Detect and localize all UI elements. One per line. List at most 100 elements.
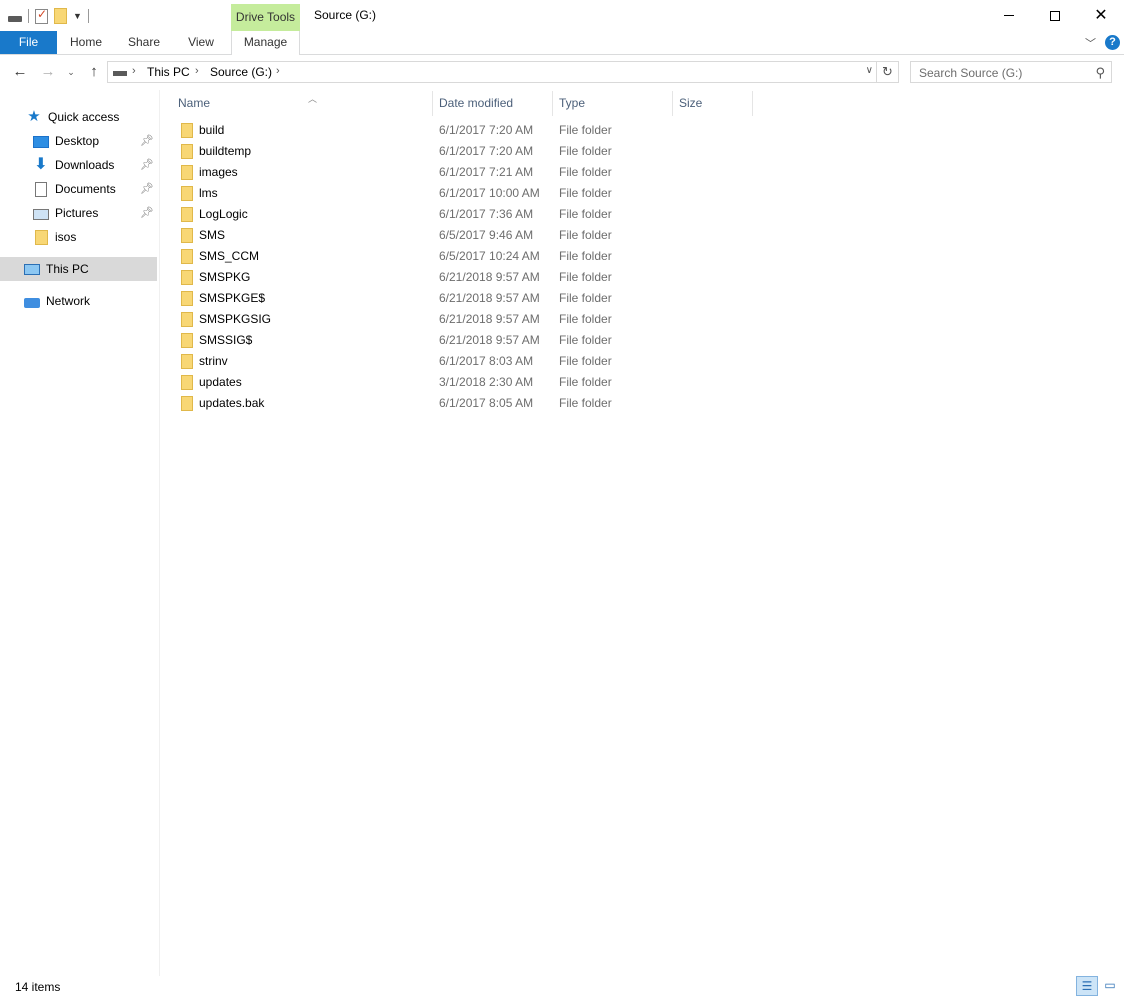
pin-icon[interactable]: 📌︎ (140, 206, 154, 219)
tab-manage[interactable]: Manage (231, 31, 300, 55)
file-name: images (199, 165, 238, 179)
column-header-label: Name (178, 96, 211, 110)
search-placeholder: Search Source (G:) (919, 66, 1023, 80)
table-row[interactable]: SMSPKGSIG 6/21/2018 9:57 AM File folder (175, 309, 755, 330)
column-header-type[interactable]: Type (553, 91, 673, 116)
nav-item-label: Network (46, 294, 91, 308)
tab-share[interactable]: Share (115, 31, 173, 54)
maximize-button[interactable] (1032, 0, 1078, 31)
folder-icon (35, 229, 48, 245)
breadcrumb-chevron-icon[interactable]: › (276, 65, 280, 77)
help-icon[interactable]: ? (1105, 35, 1120, 50)
file-type: File folder (559, 123, 612, 137)
tab-home[interactable]: Home (57, 31, 115, 54)
column-header-name[interactable]: Name ︿ (172, 91, 433, 116)
documents-icon (35, 181, 47, 197)
file-date-modified: 3/1/2018 2:30 AM (439, 375, 534, 389)
refresh-icon[interactable]: ↻ (877, 61, 899, 83)
folder-icon (181, 291, 193, 306)
file-date-modified: 6/1/2017 7:36 AM (439, 207, 534, 221)
table-row[interactable]: updates 3/1/2018 2:30 AM File folder (175, 372, 755, 393)
maximize-icon (1050, 10, 1060, 21)
file-name: strinv (199, 354, 228, 368)
file-type: File folder (559, 144, 612, 158)
nav-item-isos[interactable]: isos (0, 225, 157, 249)
nav-item-label: isos (55, 230, 77, 244)
breadcrumb-chevron-icon[interactable]: › (195, 65, 199, 77)
minimize-button[interactable] (986, 0, 1032, 31)
breadcrumb-chevron-icon[interactable]: › (132, 65, 136, 77)
file-date-modified: 6/5/2017 10:24 AM (439, 249, 540, 263)
breadcrumb-this-pc[interactable]: This PC (147, 65, 190, 79)
address-bar[interactable]: › This PC › Source (G:) › ∨ (107, 61, 877, 83)
table-row[interactable]: images 6/1/2017 7:21 AM File folder (175, 162, 755, 183)
nav-item-network[interactable]: Network (0, 289, 157, 313)
file-date-modified: 6/21/2018 9:57 AM (439, 270, 540, 284)
forward-arrow-icon[interactable]: → (38, 61, 58, 83)
nav-item-quick-access[interactable]: ★ Quick access (0, 105, 157, 129)
file-type: File folder (559, 249, 612, 263)
back-arrow-icon[interactable]: ← (10, 61, 30, 83)
table-row[interactable]: buildtemp 6/1/2017 7:20 AM File folder (175, 141, 755, 162)
details-view-icon[interactable]: ☰ (1076, 976, 1098, 996)
nav-item-label: Desktop (55, 134, 100, 148)
file-list-view: Name ︿ Date modified Type Size build 6/1/… (161, 88, 1124, 976)
file-name: LogLogic (199, 207, 248, 221)
table-row[interactable]: lms 6/1/2017 10:00 AM File folder (175, 183, 755, 204)
file-type: File folder (559, 270, 612, 284)
folder-icon (181, 186, 193, 201)
address-history-chevron-icon[interactable]: ∨ (866, 65, 873, 76)
file-name: buildtemp (199, 144, 252, 158)
navigation-pane: ★ Quick access Desktop 📌︎ ⬇ Downloads 📌︎… (0, 90, 160, 976)
toolbar-divider (28, 9, 29, 23)
breadcrumb-source-drive[interactable]: Source (G:) (210, 65, 272, 79)
file-date-modified: 6/1/2017 7:20 AM (439, 144, 534, 158)
nav-item-this-pc[interactable]: This PC (0, 257, 157, 281)
nav-item-documents[interactable]: Documents 📌︎ (0, 177, 157, 201)
customize-toolbar-chevron-icon[interactable]: ▼ (73, 11, 82, 21)
file-date-modified: 6/21/2018 9:57 AM (439, 291, 540, 305)
table-row[interactable]: build 6/1/2017 7:20 AM File folder (175, 120, 755, 141)
quick-access-toolbar: ▼ (8, 6, 89, 26)
folder-icon (181, 144, 193, 159)
new-folder-icon[interactable] (54, 8, 67, 24)
nav-item-downloads[interactable]: ⬇ Downloads 📌︎ (0, 153, 157, 177)
nav-item-desktop[interactable]: Desktop 📌︎ (0, 129, 157, 153)
network-icon (24, 297, 40, 308)
column-header-date-modified[interactable]: Date modified (433, 91, 553, 116)
drive-tools-context-label: Drive Tools (231, 4, 300, 31)
close-icon: ✕ (1094, 6, 1108, 24)
file-type: File folder (559, 375, 612, 389)
table-row[interactable]: updates.bak 6/1/2017 8:05 AM File folder (175, 393, 755, 414)
file-date-modified: 6/1/2017 10:00 AM (439, 186, 540, 200)
pin-icon[interactable]: 📌︎ (140, 134, 154, 147)
desktop-icon (33, 136, 49, 148)
column-header-size[interactable]: Size (673, 91, 753, 116)
table-row[interactable]: SMS 6/5/2017 9:46 AM File folder (175, 225, 755, 246)
up-arrow-icon[interactable]: ↑ (84, 61, 104, 83)
folder-icon (181, 165, 193, 180)
file-name: lms (199, 186, 218, 200)
download-icon: ⬇ (34, 156, 48, 173)
table-row[interactable]: SMS_CCM 6/5/2017 10:24 AM File folder (175, 246, 755, 267)
close-button[interactable]: ✕ (1078, 0, 1124, 31)
table-row[interactable]: LogLogic 6/1/2017 7:36 AM File folder (175, 204, 755, 225)
pin-icon[interactable]: 📌︎ (140, 158, 154, 171)
toolbar-divider (87, 9, 89, 23)
table-row[interactable]: strinv 6/1/2017 8:03 AM File folder (175, 351, 755, 372)
file-name: SMSSIG$ (199, 333, 253, 347)
search-input[interactable]: Search Source (G:) ⚲ (910, 61, 1112, 83)
table-row[interactable]: SMSPKG 6/21/2018 9:57 AM File folder (175, 267, 755, 288)
tab-file[interactable]: File (0, 31, 57, 54)
pin-icon[interactable]: 📌︎ (140, 182, 154, 195)
nav-item-pictures[interactable]: Pictures 📌︎ (0, 201, 157, 225)
nav-item-label: This PC (46, 262, 89, 276)
large-icons-view-icon[interactable]: ▭ (1100, 976, 1120, 996)
properties-icon[interactable] (35, 7, 48, 24)
nav-item-label: Documents (55, 182, 116, 196)
table-row[interactable]: SMSPKGE$ 6/21/2018 9:57 AM File folder (175, 288, 755, 309)
tab-view[interactable]: View (173, 31, 229, 54)
expand-ribbon-chevron-icon[interactable]: ﹀ (1085, 35, 1096, 51)
table-row[interactable]: SMSSIG$ 6/21/2018 9:57 AM File folder (175, 330, 755, 351)
recent-locations-chevron-icon[interactable]: ⌄ (63, 61, 79, 83)
